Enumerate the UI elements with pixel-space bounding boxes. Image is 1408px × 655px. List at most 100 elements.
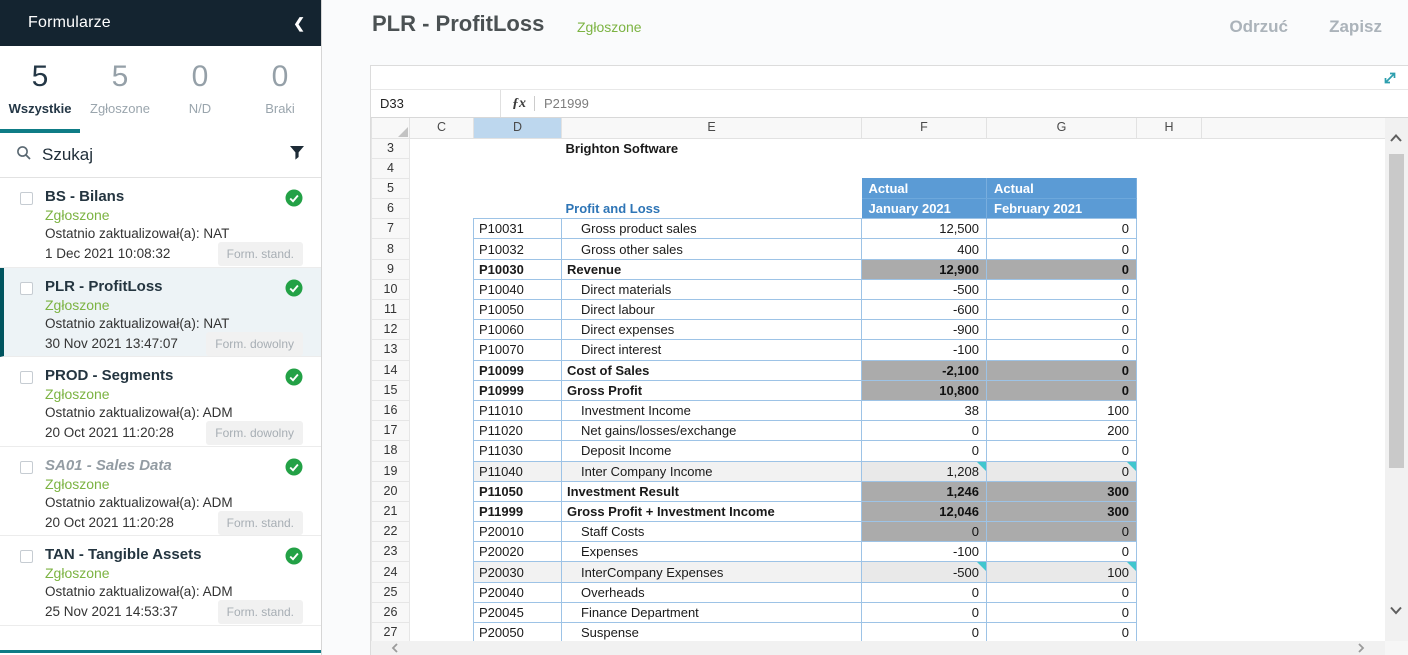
cell-G5-period-header[interactable]: Actual	[986, 178, 1137, 200]
form-list-item[interactable]: TAN - Tangible Assets Zgłoszone Ostatnio z…	[0, 536, 321, 626]
row-header-11[interactable]: 11	[371, 299, 410, 321]
row-header-18[interactable]: 18	[371, 440, 410, 462]
cell-F21-jan-value[interactable]: 12,046	[861, 500, 987, 523]
vertical-scroll-thumb[interactable]	[1389, 154, 1404, 468]
cell-H23[interactable]	[1136, 541, 1202, 562]
cell-C18[interactable]	[409, 440, 474, 461]
form-checkbox[interactable]	[20, 550, 33, 563]
cell-G10-feb-value[interactable]: 0	[986, 278, 1137, 301]
filter-tab-n-d[interactable]: 0 N/D	[160, 46, 240, 133]
cell-H9[interactable]	[1136, 259, 1202, 280]
cell-F3[interactable]	[861, 138, 987, 159]
row-header-14[interactable]: 14	[371, 360, 410, 381]
cell-G11-feb-value[interactable]: 0	[986, 298, 1137, 321]
row-header-22[interactable]: 22	[371, 521, 410, 543]
cell-G13-feb-value[interactable]: 0	[986, 339, 1137, 361]
cell-H5[interactable]	[1136, 178, 1202, 199]
cell-C13[interactable]	[409, 339, 474, 361]
filter-icon[interactable]	[289, 145, 305, 166]
cell-D18-account-code[interactable]: P11030	[473, 440, 562, 462]
cell-E16-account-label[interactable]: Investment Income	[561, 399, 862, 422]
row-header-21[interactable]: 21	[371, 501, 410, 523]
cell-F10-jan-value[interactable]: -500	[861, 278, 987, 301]
cell-D5[interactable]	[473, 178, 562, 199]
cell-G21-feb-value[interactable]: 300	[986, 500, 1137, 523]
cell-C17[interactable]	[409, 420, 474, 441]
cell-E21-account-label[interactable]: Gross Profit + Investment Income	[561, 500, 862, 523]
row-header-16[interactable]: 16	[371, 400, 410, 422]
cell-D24-account-code[interactable]: P20030	[473, 561, 562, 583]
cell-G22-feb-value[interactable]: 0	[986, 521, 1137, 543]
cell-E9-account-label[interactable]: Revenue	[561, 258, 862, 280]
filter-tab-zg-oszone[interactable]: 5 Zgłoszone	[80, 46, 160, 133]
cell-H27[interactable]	[1136, 622, 1202, 643]
cell-D25-account-code[interactable]: P20040	[473, 581, 562, 603]
cell-G23-feb-value[interactable]: 0	[986, 541, 1137, 563]
cell-F23-jan-value[interactable]: -100	[861, 541, 987, 563]
cell-D4[interactable]	[473, 158, 562, 179]
cell-C12[interactable]	[409, 319, 474, 340]
form-checkbox[interactable]	[20, 281, 33, 295]
save-button[interactable]: Zapisz	[1329, 17, 1382, 37]
cell-G3[interactable]	[986, 138, 1137, 159]
cell-G17-feb-value[interactable]: 200	[986, 420, 1137, 442]
scroll-down-icon[interactable]	[1388, 603, 1404, 621]
cell-H6[interactable]	[1136, 198, 1202, 219]
scroll-up-icon[interactable]	[1388, 131, 1404, 149]
cell-E24-account-label[interactable]: InterCompany Expenses	[561, 561, 862, 583]
cell-E6-table-title[interactable]: Profit and Loss	[562, 199, 862, 219]
cell-G27-feb-value[interactable]: 0	[986, 621, 1137, 644]
filter-tab-braki[interactable]: 0 Braki	[240, 46, 320, 133]
cell-D16-account-code[interactable]: P11010	[473, 399, 562, 422]
column-header-D[interactable]: D	[473, 118, 562, 139]
cell-H13[interactable]	[1136, 339, 1202, 361]
row-header-12[interactable]: 12	[371, 319, 410, 341]
row-header-17[interactable]: 17	[371, 420, 410, 442]
cell-name-box[interactable]: D33	[371, 90, 501, 117]
search-bar[interactable]: Szukaj	[0, 133, 321, 178]
cell-D10-account-code[interactable]: P10040	[473, 278, 562, 301]
cell-E5[interactable]	[561, 178, 862, 199]
horizontal-scrollbar[interactable]	[371, 641, 1385, 655]
cell-D19-account-code[interactable]: P11040	[473, 460, 562, 482]
cell-G12-feb-value[interactable]: 0	[986, 319, 1137, 341]
cell-F8-jan-value[interactable]: 400	[861, 238, 987, 260]
column-header-F[interactable]: F	[861, 118, 987, 139]
cell-E18-account-label[interactable]: Deposit Income	[561, 440, 862, 462]
formula-input[interactable]: P21999	[535, 96, 1408, 111]
cell-D7-account-code[interactable]: P10031	[473, 218, 562, 240]
cell-E12-account-label[interactable]: Direct expenses	[561, 319, 862, 341]
cell-C7[interactable]	[409, 218, 474, 239]
cell-F15-jan-value[interactable]: 10,800	[861, 379, 987, 401]
form-list-item[interactable]: PLR - ProfitLoss Zgłoszone Ostatnio zaktua…	[0, 267, 321, 357]
cell-G18-feb-value[interactable]: 0	[986, 440, 1137, 462]
row-header-20[interactable]: 20	[371, 481, 410, 502]
cell-C27[interactable]	[409, 622, 474, 643]
cell-F5-period-header[interactable]: Actual	[861, 178, 987, 200]
row-header-25[interactable]: 25	[371, 582, 410, 603]
cell-E20-account-label[interactable]: Investment Result	[561, 480, 862, 502]
cell-H17[interactable]	[1136, 420, 1202, 441]
cell-H15[interactable]	[1136, 380, 1202, 401]
row-header-19[interactable]: 19	[371, 461, 410, 482]
cell-D21-account-code[interactable]: P11999	[473, 500, 562, 523]
cell-H10[interactable]	[1136, 279, 1202, 300]
cell-C25[interactable]	[409, 582, 474, 603]
cell-E7-account-label[interactable]: Gross product sales	[561, 218, 862, 240]
column-header-E[interactable]: E	[561, 118, 862, 139]
cell-H12[interactable]	[1136, 319, 1202, 340]
row-header-4[interactable]: 4	[371, 158, 410, 179]
cell-F25-jan-value[interactable]: 0	[861, 581, 987, 603]
row-header-24[interactable]: 24	[371, 561, 410, 583]
cell-D11-account-code[interactable]: P10050	[473, 298, 562, 321]
cell-G15-feb-value[interactable]: 0	[986, 379, 1137, 401]
cell-C9[interactable]	[409, 259, 474, 280]
cell-C20[interactable]	[409, 481, 474, 502]
cell-C22[interactable]	[409, 521, 474, 542]
row-header-26[interactable]: 26	[371, 602, 410, 624]
cell-E17-account-label[interactable]: Net gains/losses/exchange	[561, 420, 862, 442]
cell-E26-account-label[interactable]: Finance Department	[561, 601, 862, 624]
row-header-9[interactable]: 9	[371, 259, 410, 280]
cell-H14[interactable]	[1136, 360, 1202, 381]
scroll-left-icon[interactable]	[389, 641, 401, 655]
